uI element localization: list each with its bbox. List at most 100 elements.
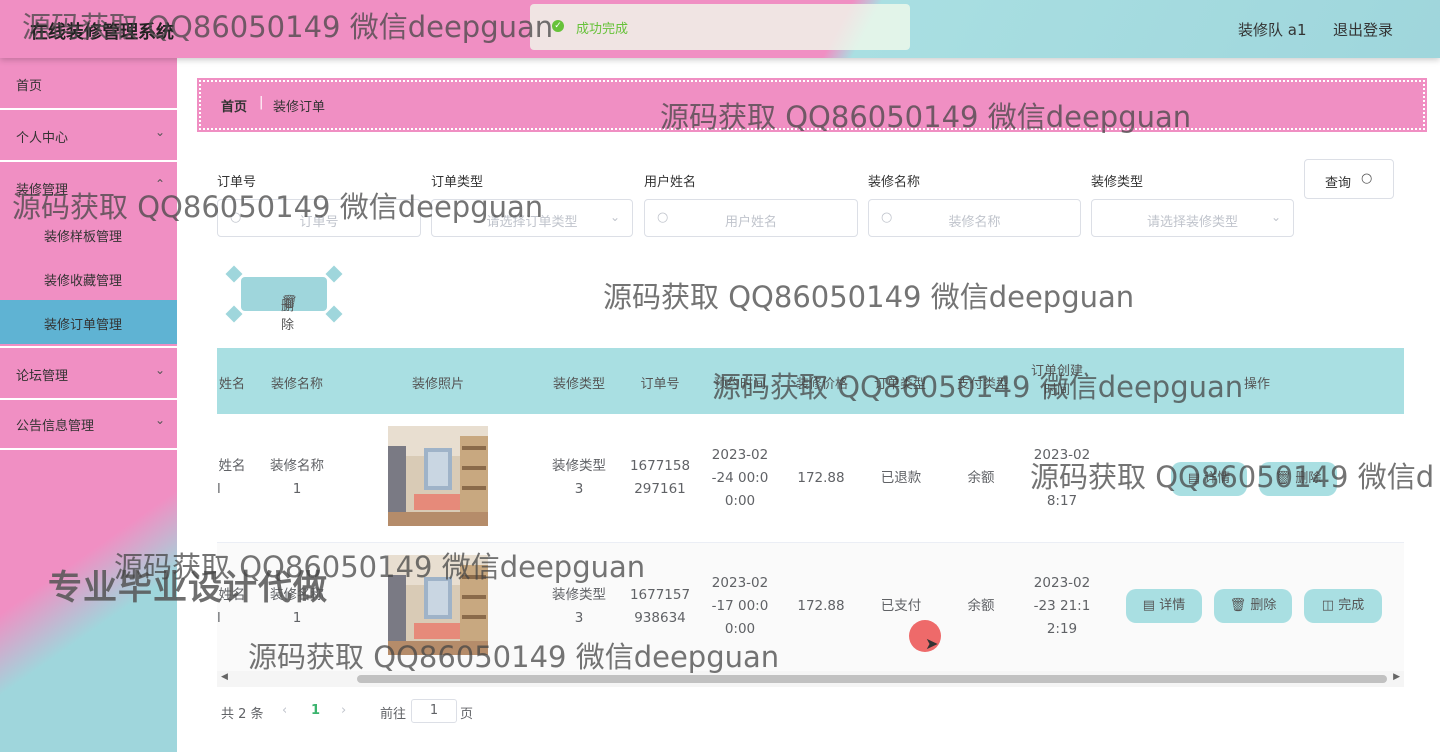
cell-appoint-line3: 0:00 — [724, 621, 756, 637]
pagination-page-1[interactable]: 1 — [311, 703, 320, 718]
cell-order-type: 已退款 — [880, 470, 922, 486]
cell-order-no: 1677158 297161 — [627, 455, 693, 501]
cell-created-time: 2023-02 8:17 — [1027, 444, 1097, 513]
breadcrumb: 首页 | 装修订单 — [199, 80, 1425, 130]
sidebar-subitem-label: 装修收藏管理 — [44, 274, 123, 289]
sidebar-item-label: 装修管理 — [16, 183, 69, 198]
delete-label: 删除 — [1295, 471, 1322, 486]
cell-appoint-time: 2023-02 -24 00:0 0:00 — [705, 444, 775, 513]
order-type-label: 订单类型 — [431, 175, 484, 190]
cell-order-type: 已支付 — [880, 598, 922, 614]
sidebar-item-label: 论坛管理 — [16, 369, 69, 384]
detail-button[interactable]: ▤ 详情 — [1171, 462, 1247, 496]
table-row[interactable]: 姓名 l 装修名称 1 装修类型 3 1677158 297161 2023-0… — [217, 414, 1404, 543]
scroll-right-icon[interactable]: ▶ — [1393, 672, 1400, 682]
sidebar-item-label: 公告信息管理 — [16, 419, 95, 434]
breadcrumb-home[interactable]: 首页 — [221, 96, 247, 115]
toast-message: 成功完成 — [576, 22, 629, 37]
trash-icon: 🗑 — [1229, 598, 1247, 613]
sidebar-subitem-favorites[interactable]: 装修收藏管理 — [0, 256, 177, 300]
sidebar-item-personal-center[interactable]: 个人中心 ⌄ — [0, 110, 177, 162]
th-appoint-time: 预约时间 — [713, 377, 766, 392]
pagination-page-suffix: 页 — [460, 707, 474, 722]
decor-corner — [325, 305, 343, 323]
cell-appoint-line3: 0:00 — [724, 493, 756, 509]
complete-button[interactable]: ◫ 完成 — [1304, 589, 1382, 623]
sidebar-item-home[interactable]: 首页 — [0, 58, 177, 110]
sidebar-subitem-label: 装修样板管理 — [44, 230, 123, 245]
trash-icon: 🗑 — [1274, 471, 1292, 486]
promo-text: 专业毕业设计代做 — [48, 568, 328, 608]
chevron-down-icon: ⌄ — [154, 413, 165, 427]
delete-button[interactable]: 🗑 删除 — [1214, 589, 1292, 623]
cell-deco-type-line1: 装修类型 — [552, 458, 606, 474]
cell-appoint-line2: -24 00:0 — [711, 470, 769, 486]
sidebar-item-announcements[interactable]: 公告信息管理 ⌄ — [0, 398, 177, 450]
cursor-icon: ➤ — [925, 634, 939, 653]
cell-deco-name-line2: 1 — [292, 481, 302, 497]
scroll-thumb[interactable] — [357, 675, 1387, 683]
success-toast: ✓ 成功完成 — [530, 4, 910, 50]
breadcrumb-current: 装修订单 — [273, 100, 326, 115]
pagination-goto-label: 前往 — [380, 707, 407, 722]
scroll-left-icon[interactable]: ◀ — [221, 672, 228, 682]
query-button[interactable]: 查询 ○ — [1304, 159, 1394, 199]
app-title: 在线装修管理系统 — [30, 22, 174, 43]
decor-corner — [225, 265, 243, 283]
cell-deco-type: 装修类型 3 — [549, 455, 609, 501]
complete-label: 完成 — [1338, 598, 1365, 613]
user-name-input[interactable]: ○ 用户姓名 — [644, 199, 858, 237]
chevron-up-icon: ⌃ — [154, 177, 165, 191]
order-no-input[interactable]: ○ 订单号 — [217, 199, 421, 237]
pagination-total: 共 2 条 — [221, 707, 264, 722]
cell-appoint-line1: 2023-02 — [711, 447, 769, 463]
batch-delete-button[interactable]: 🗑 删除 — [241, 277, 327, 333]
cell-appoint-line1: 2023-02 — [711, 575, 769, 591]
delete-button[interactable]: 🗑 删除 — [1259, 462, 1337, 496]
sidebar-subitem-template[interactable]: 装修样板管理 — [0, 212, 177, 256]
deco-name-placeholder: 装修名称 — [948, 215, 1001, 230]
cell-name-line2: l — [217, 481, 221, 497]
cell-order-no: 1677157 938634 — [627, 584, 693, 630]
order-type-select[interactable]: 请选择订单类型 ⌄ — [431, 199, 633, 237]
cell-appoint-line2: -17 00:0 — [711, 598, 769, 614]
chevron-left-icon[interactable]: ‹ — [282, 703, 287, 718]
decoration-photo[interactable] — [388, 555, 488, 655]
cell-name: 姓名 l — [217, 455, 247, 501]
sidebar-item-label: 个人中心 — [16, 131, 69, 146]
decoration-photo[interactable] — [388, 426, 488, 526]
cell-order-no-line1: 1677158 — [629, 458, 691, 474]
deco-type-select[interactable]: 请选择装修类型 ⌄ — [1091, 199, 1294, 237]
sidebar-item-forum[interactable]: 论坛管理 ⌄ — [0, 346, 177, 400]
cell-pay-type: 余额 — [967, 470, 995, 486]
pagination-goto-input[interactable]: 1 — [411, 699, 457, 723]
cell-deco-type-line2: 3 — [574, 610, 584, 626]
sidebar-subitem-orders[interactable]: 装修订单管理 — [0, 300, 177, 344]
chevron-right-icon[interactable]: › — [341, 703, 346, 718]
detail-button[interactable]: ▤ 详情 — [1126, 589, 1202, 623]
logout-link[interactable]: 退出登录 — [1333, 19, 1393, 40]
th-order-no: 订单号 — [640, 377, 680, 392]
deco-name-label: 装修名称 — [868, 175, 921, 190]
table-scrollbar[interactable]: ◀ ▶ — [217, 671, 1404, 687]
deco-type-placeholder: 请选择装修类型 — [1146, 215, 1238, 230]
th-deco-name: 装修名称 — [270, 377, 323, 392]
current-user: 装修队 a1 — [1238, 21, 1307, 39]
th-created-time: 订单创建时间 — [1030, 364, 1083, 398]
chevron-down-icon: ⌄ — [1270, 210, 1281, 224]
table-header: 姓名 装修名称 装修照片 装修类型 订单号 预约时间 装修价格 订单类型 支付类… — [217, 348, 1404, 414]
sidebar-item-decoration[interactable]: 装修管理 ⌃ — [0, 162, 177, 212]
breadcrumb-separator: | — [259, 95, 264, 110]
document-icon: ▤ — [1142, 598, 1156, 613]
table-row[interactable]: 姓名 l 装修名称 1 装修类型 3 1677157 938634 2023-0… — [217, 543, 1404, 672]
cell-created-line2: -23 21:1 — [1033, 598, 1091, 614]
cell-price: 172.88 — [797, 470, 845, 486]
cell-created-line3: 2:19 — [1046, 621, 1078, 637]
cell-deco-type-line2: 3 — [574, 481, 584, 497]
book-icon: ◫ — [1321, 598, 1335, 613]
deco-type-label: 装修类型 — [1091, 175, 1144, 190]
detail-label: 详情 — [1159, 598, 1186, 613]
th-pay-type: 支付类型 — [956, 377, 1009, 392]
deco-name-input[interactable]: ○ 装修名称 — [868, 199, 1081, 237]
query-button-label: 查询 — [1325, 176, 1352, 191]
